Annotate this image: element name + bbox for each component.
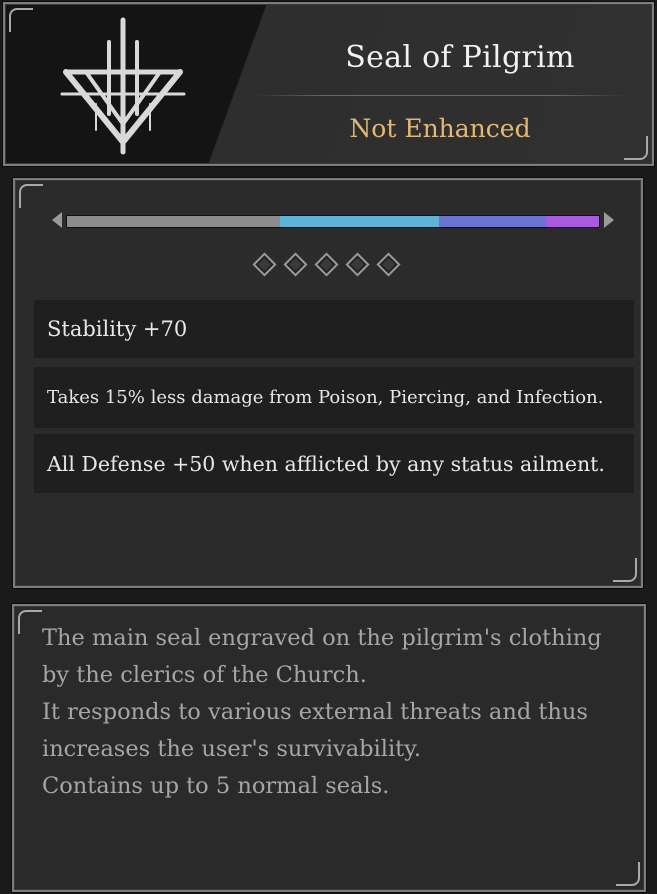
stat-row-defense-bonus: All Defense +50 when afflicted by any st… <box>34 434 634 493</box>
bar-segment-4 <box>545 216 599 227</box>
description-line: increases the user's survivability. <box>42 736 422 762</box>
diamond-slot-icon <box>345 252 370 277</box>
bar-segment-1 <box>67 216 280 227</box>
diamond-slot-icon <box>252 252 277 277</box>
bar-segment-3 <box>439 216 546 227</box>
title-divider <box>255 95 627 96</box>
diamond-slot-icon <box>314 252 339 277</box>
stat-row-stability: Stability +70 <box>34 300 634 358</box>
bar-right-arrow-icon <box>604 212 614 228</box>
enhancement-bar <box>52 211 614 231</box>
item-title: Seal of Pilgrim <box>345 40 575 75</box>
description-line: The main seal engraved on the pilgrim's … <box>42 625 602 651</box>
diamond-slot-icon <box>376 252 401 277</box>
stat-text: Stability +70 <box>47 317 188 341</box>
enhancement-status: Not Enhanced <box>349 114 531 143</box>
description-line: Contains up to 5 normal seals. <box>42 773 390 799</box>
stat-text: All Defense +50 when afflicted by any st… <box>47 451 605 476</box>
enhancement-bar-track <box>66 215 600 228</box>
bar-left-arrow-icon <box>52 212 62 228</box>
description-line: by the clerics of the Church. <box>42 662 367 688</box>
seal-slots <box>252 250 416 277</box>
pilgrim-seal-emblem-icon <box>60 17 186 155</box>
bar-segment-2 <box>279 216 440 227</box>
item-description: The main seal engraved on the pilgrim's … <box>42 620 622 805</box>
description-line: It responds to various external threats … <box>42 699 588 725</box>
stat-row-damage-reduction: Takes 15% less damage from Poison, Pierc… <box>34 367 634 428</box>
diamond-slot-icon <box>283 252 308 277</box>
stat-text: Takes 15% less damage from Poison, Pierc… <box>47 387 604 408</box>
